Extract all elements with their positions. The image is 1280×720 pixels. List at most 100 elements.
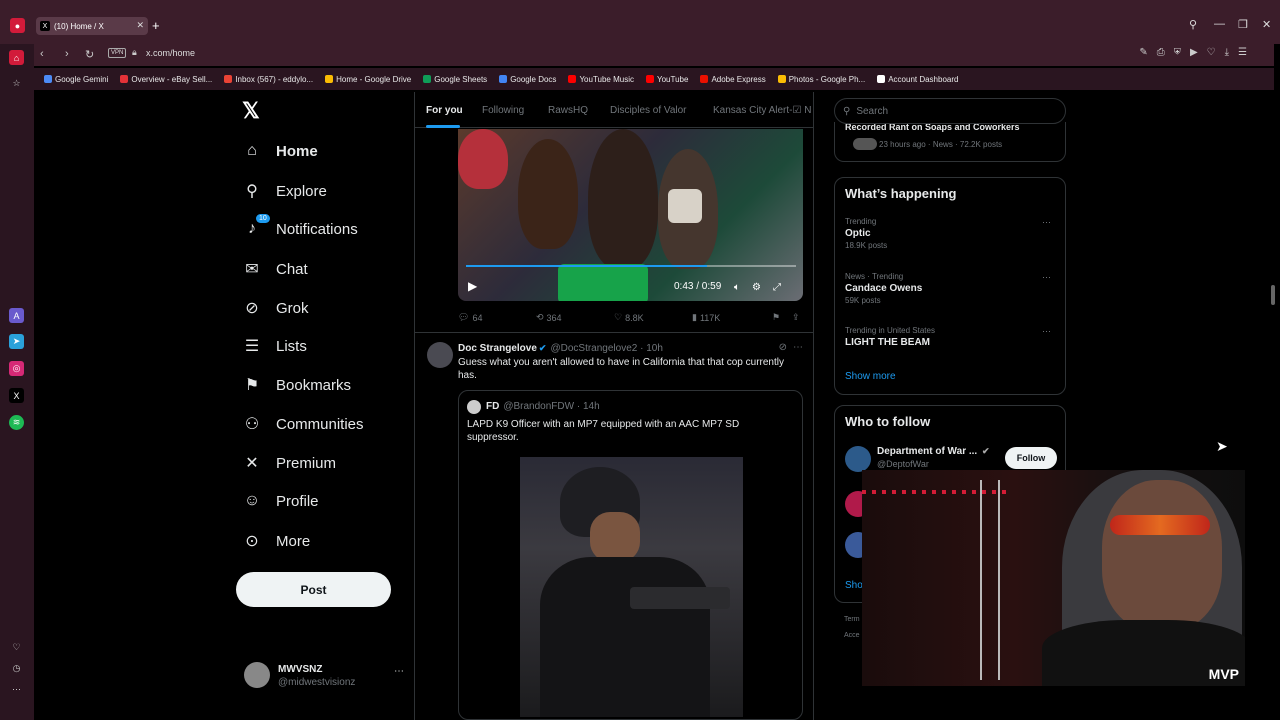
bookmark-item[interactable]: Google Gemini <box>44 75 108 84</box>
sidebar-item-grok[interactable]: ⊘ Grok <box>242 298 308 318</box>
bookmark-item[interactable]: Adobe Express <box>700 75 766 84</box>
bookmark-item[interactable]: Photos - Google Ph... <box>777 75 865 84</box>
sidebar-item-chat[interactable]: ✉ Chat <box>242 259 307 279</box>
bookmark-item[interactable]: Google Sheets <box>423 75 487 84</box>
opera-logo-icon[interactable]: ● <box>10 18 25 33</box>
tweet-author[interactable]: Doc Strangelove ✔ @DocStrangelove2 · 10h <box>458 343 663 354</box>
sidebar-item-more[interactable]: ⊙ More <box>242 531 310 551</box>
sidebar-more-icon[interactable]: ⋯ <box>9 682 24 697</box>
grok-icon: ⊘ <box>245 300 259 317</box>
maximize-button[interactable]: ❐ <box>1238 18 1248 31</box>
repost-button[interactable]: ⟲ 364 <box>536 312 562 323</box>
instagram-icon[interactable]: ◎ <box>9 361 24 376</box>
bookmark-item[interactable]: Account Dashboard <box>877 75 958 84</box>
bookmark-item[interactable]: Overview - eBay Sell... <box>120 75 212 84</box>
trend-name: LIGHT THE BEAM <box>845 337 930 348</box>
sidebar-item-bookmarks[interactable]: ⚑ Bookmarks <box>242 375 351 395</box>
share-icon[interactable]: ⇪ <box>792 312 800 323</box>
sidebar-item-communities[interactable]: ⚇ Communities <box>242 414 364 434</box>
quote-text: LAPD K9 Officer with an MP7 equipped wit… <box>467 419 740 443</box>
spotify-icon[interactable]: ≋ <box>9 415 24 430</box>
video-player[interactable]: ▶ 0:43 / 0:59 🔈︎⚙⤢ <box>458 129 803 301</box>
bookmark-tweet-icon[interactable]: ⚑ <box>772 312 780 323</box>
more-dots-icon[interactable]: ⋯ <box>1042 326 1051 337</box>
tab-following[interactable]: Following <box>482 105 524 116</box>
footer-accessibility-link[interactable]: Acce <box>844 632 860 639</box>
x-logo-icon[interactable]: 𝕏 <box>242 98 260 124</box>
scrollbar[interactable] <box>1271 285 1275 305</box>
search-input[interactable] <box>856 105 1037 117</box>
sidebar-item-profile[interactable]: ☺ Profile <box>242 492 319 510</box>
bookmark-item[interactable]: Google Docs <box>499 75 556 84</box>
news-item[interactable]: Recorded Rant on Soaps and Coworkers 23 … <box>834 122 1066 162</box>
follow-button[interactable]: Follow <box>1005 447 1057 469</box>
more-dots-icon[interactable]: ⋯ <box>793 342 803 353</box>
lock-icon[interactable]: 🔒︎ <box>132 47 137 58</box>
forward-icon[interactable]: › <box>65 48 69 60</box>
post-button[interactable]: Post <box>236 572 391 607</box>
url-field[interactable]: x.com/home <box>146 48 195 58</box>
bookmark-item[interactable]: YouTube <box>646 75 688 84</box>
more-dots-icon[interactable]: ⋯ <box>1042 217 1051 228</box>
video-progress-bar[interactable] <box>466 265 796 267</box>
bookmark-favicon-icon <box>224 75 233 83</box>
views-button[interactable]: ▮ 117K <box>692 312 720 323</box>
search-box[interactable]: ⚲ <box>834 98 1066 124</box>
history-icon[interactable]: ◷ <box>9 661 24 676</box>
avatar[interactable] <box>427 342 453 368</box>
panel-title: What’s happening <box>845 186 957 201</box>
tab-search-icon[interactable]: ⚲ <box>1189 18 1197 31</box>
tab-disciples-of-valor[interactable]: Disciples of Valor <box>610 105 687 116</box>
sidebar-item-lists[interactable]: ☰ Lists <box>242 336 307 356</box>
x-favicon-icon: X <box>40 21 50 31</box>
tab-kansas-city-alert[interactable]: Kansas City Alert-☑ N <box>713 105 811 116</box>
close-window-button[interactable]: ✕ <box>1262 18 1271 31</box>
more-dots-icon[interactable]: ⋯ <box>394 666 404 677</box>
browser-tab[interactable]: X (10) Home / X ✕ <box>36 17 148 35</box>
reload-icon[interactable]: ↻ <box>85 48 94 61</box>
heart-icon[interactable]: ♡ <box>9 640 24 655</box>
minimize-button[interactable]: — <box>1214 18 1225 30</box>
back-icon[interactable]: ‹ <box>40 48 44 60</box>
telegram-icon[interactable]: ➤ <box>9 334 24 349</box>
play-icon[interactable]: ▶ <box>468 279 477 293</box>
bookmark-label: YouTube Music <box>579 74 634 84</box>
like-button[interactable]: ♡ 8.8K <box>614 312 644 323</box>
vpn-badge[interactable]: VPN <box>108 48 127 58</box>
x-sidebar-icon[interactable]: X <box>9 388 24 403</box>
trend-item[interactable]: Trending in United States LIGHT THE BEAM… <box>845 326 1057 348</box>
tab-close-icon[interactable]: ✕ <box>136 20 144 31</box>
more-dots-icon[interactable]: ⋯ <box>1042 272 1051 283</box>
tweet-actions: 💬︎ 64 ⟲ 364 ♡ 8.8K ▮ 117K ⚑ ⇪ <box>458 310 803 326</box>
sidebar-item-notifications[interactable]: ♪ 10 Notifications <box>242 214 358 238</box>
aria-icon[interactable]: A <box>9 308 24 323</box>
new-tab-button[interactable]: + <box>152 18 160 33</box>
account-switcher[interactable]: MWVSNZ @midwestvisionz ⋯ <box>244 662 404 692</box>
show-more-link[interactable]: Show more <box>845 371 896 382</box>
address-bar-tools-icons[interactable]: ✎⎙⛨▶♡⤓☰ <box>1139 47 1256 58</box>
video-person <box>668 189 702 223</box>
browser-sidebar: ⌂ ☆ A ➤ ◎ X ≋ ♡ ◷ ⋯ <box>0 44 34 720</box>
x-premium-icon: ✕ <box>245 455 259 472</box>
sidebar-item-premium[interactable]: ✕ Premium <box>242 453 336 473</box>
speed-dial-icon[interactable]: ⌂ <box>9 50 24 65</box>
trend-item[interactable]: News · Trending Candace Owens 59K posts … <box>845 272 1057 305</box>
footer-terms-link[interactable]: Term <box>844 616 860 623</box>
sidebar-item-home[interactable]: ⌂ Home <box>242 142 318 160</box>
bookmark-item[interactable]: YouTube Music <box>568 75 634 84</box>
bookmark-item[interactable]: Home - Google Drive <box>325 75 411 84</box>
reply-button[interactable]: 💬︎ 64 <box>458 312 482 323</box>
bookmark-item[interactable]: Inbox (567) - eddylo... <box>224 75 313 84</box>
trend-item[interactable]: Trending Optic 18.9K posts ⋯ <box>845 217 1057 250</box>
video-person <box>558 264 648 301</box>
tab-for-you[interactable]: For you <box>426 105 463 116</box>
quote-image[interactable] <box>520 457 743 717</box>
sidebar-item-label: Premium <box>276 454 337 472</box>
sidebar-item-explore[interactable]: ⚲ Explore <box>242 181 327 201</box>
tab-rawshq[interactable]: RawsHQ <box>548 105 588 116</box>
quoted-tweet[interactable]: FD @BrandonFDW · 14h LAPD K9 Officer with… <box>458 390 803 720</box>
video-controls-icons[interactable]: 🔈︎⚙⤢ <box>734 282 793 293</box>
grok-icon[interactable]: ⊘ <box>779 342 787 353</box>
pinboard-icon[interactable]: ☆ <box>9 76 24 91</box>
mail-icon: ✉ <box>245 261 259 278</box>
